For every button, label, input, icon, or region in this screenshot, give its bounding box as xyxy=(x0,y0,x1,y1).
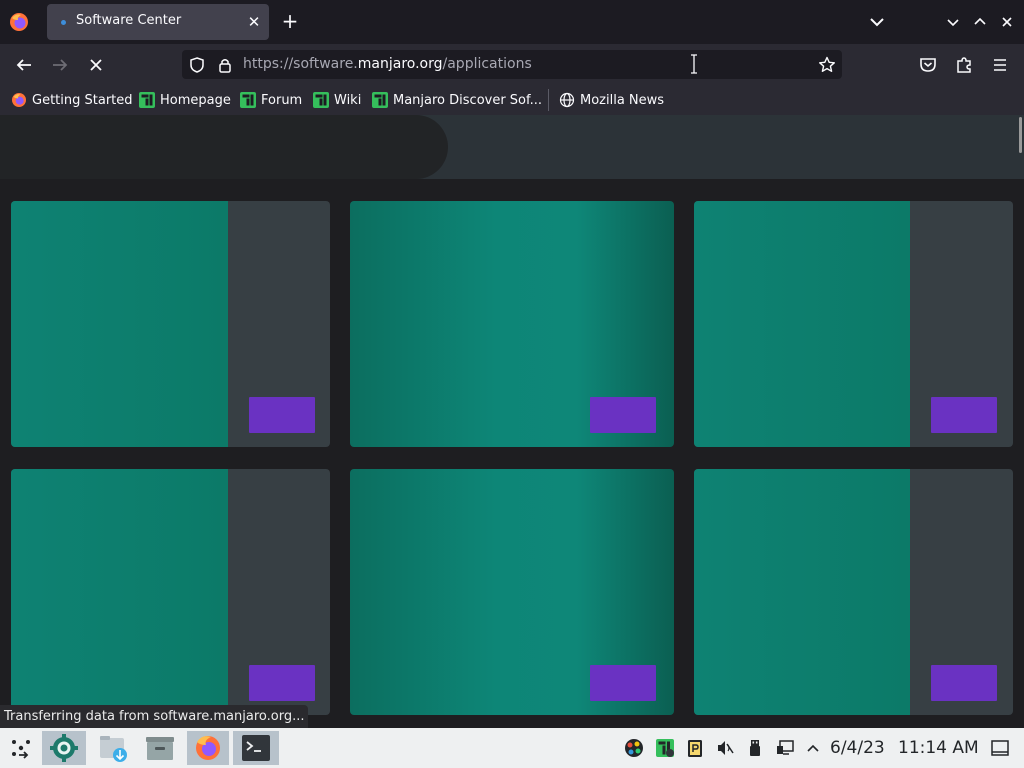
forward-icon[interactable] xyxy=(47,52,73,78)
url-path: /applications xyxy=(442,56,532,72)
bookmark-label: Forum xyxy=(261,92,303,108)
new-tab-button[interactable]: + xyxy=(278,10,302,34)
globe-icon xyxy=(559,92,575,108)
show-desktop-icon[interactable] xyxy=(990,738,1010,758)
terminal-icon[interactable] xyxy=(233,731,279,765)
firefox-icon[interactable] xyxy=(187,731,229,765)
bookmark-manjaro-discover[interactable]: Manjaro Discover Sof... xyxy=(372,89,542,111)
bookmark-forum[interactable]: Forum xyxy=(240,89,302,111)
bookmark-mozilla-news[interactable]: Mozilla News xyxy=(559,89,664,111)
clock-time[interactable]: 11:14 AM xyxy=(898,738,979,758)
back-icon[interactable] xyxy=(11,52,37,78)
tab-software-center[interactable]: Software Center ✕ xyxy=(47,4,269,40)
close-tab-icon[interactable]: ✕ xyxy=(243,11,265,33)
manjaro-icon xyxy=(139,92,155,108)
clock-date[interactable]: 6/4/23 xyxy=(830,738,885,758)
url-prefix: https://software. xyxy=(243,56,358,72)
bookmark-getting-started[interactable]: Getting Started xyxy=(11,89,133,111)
downloads-icon[interactable] xyxy=(96,731,130,765)
extensions-icon[interactable] xyxy=(951,52,977,78)
application-launcher-icon[interactable] xyxy=(4,731,38,765)
app-card-image-placeholder xyxy=(11,469,228,715)
settings-icon[interactable] xyxy=(42,731,86,765)
header-logo-placeholder xyxy=(0,115,448,179)
bookmark-star-icon[interactable] xyxy=(817,55,837,75)
page-content xyxy=(0,115,1024,728)
app-card-image-placeholder xyxy=(694,201,910,447)
bookmark-separator xyxy=(548,89,549,111)
color-picker-icon[interactable] xyxy=(624,738,644,758)
usb-icon[interactable] xyxy=(745,738,765,758)
navigation-toolbar: https://software.manjaro.org/application… xyxy=(0,44,1024,85)
status-panel: Transferring data from software.manjaro.… xyxy=(0,705,309,729)
expand-tray-icon[interactable] xyxy=(803,738,823,758)
list-all-tabs-icon[interactable] xyxy=(866,10,888,34)
maximize-window-icon[interactable] xyxy=(970,12,990,32)
hamburger-menu-icon[interactable] xyxy=(987,52,1013,78)
bookmark-label: Mozilla News xyxy=(580,92,665,108)
app-card-install-button[interactable] xyxy=(590,397,656,433)
app-card-install-button[interactable] xyxy=(931,665,997,701)
tab-strip: Software Center ✕ + xyxy=(0,0,1024,44)
close-window-icon[interactable] xyxy=(997,12,1017,32)
stop-loading-icon[interactable] xyxy=(83,52,109,78)
taskbar: 6/4/23 11:14 AM xyxy=(0,728,1024,768)
app-card[interactable] xyxy=(11,201,330,447)
manjaro-icon xyxy=(372,92,388,108)
app-card-image-placeholder xyxy=(694,469,910,715)
tracking-protection-shield-icon[interactable] xyxy=(188,56,206,74)
network-icon[interactable] xyxy=(775,738,795,758)
bookmark-homepage[interactable]: Homepage xyxy=(139,89,231,111)
loading-dot-icon xyxy=(61,20,66,25)
firefox-icon xyxy=(11,92,27,108)
firefox-view-icon[interactable] xyxy=(8,11,30,33)
bookmarks-toolbar: Getting Started Homepage Forum Wiki Manj… xyxy=(0,85,1024,115)
tab-title: Software Center xyxy=(76,13,182,28)
manjaro-icon xyxy=(240,92,256,108)
app-card-install-button[interactable] xyxy=(931,397,997,433)
app-card-install-button[interactable] xyxy=(249,665,315,701)
manjaro-settings-icon[interactable] xyxy=(655,738,675,758)
file-manager-icon[interactable] xyxy=(143,731,177,765)
url-bar[interactable]: https://software.manjaro.org/application… xyxy=(182,50,842,79)
app-card[interactable] xyxy=(694,201,1013,447)
app-card[interactable] xyxy=(11,469,330,715)
bookmark-wiki[interactable]: Wiki xyxy=(313,89,361,111)
scrollbar[interactable] xyxy=(1019,117,1022,153)
url-text[interactable]: https://software.manjaro.org/application… xyxy=(243,56,532,72)
volume-muted-icon[interactable] xyxy=(715,738,735,758)
lock-icon[interactable] xyxy=(216,56,234,74)
app-card[interactable] xyxy=(694,469,1013,715)
bookmark-label: Getting Started xyxy=(32,92,133,108)
app-card-install-button[interactable] xyxy=(249,397,315,433)
app-card-install-button[interactable] xyxy=(590,665,656,701)
pocket-icon[interactable] xyxy=(915,52,941,78)
bookmark-label: Wiki xyxy=(334,92,362,108)
url-domain: manjaro.org xyxy=(357,56,443,72)
app-card[interactable] xyxy=(350,469,674,715)
bookmark-label: Homepage xyxy=(160,92,231,108)
minimize-window-icon[interactable] xyxy=(943,12,963,32)
page-header xyxy=(0,115,1024,179)
app-card[interactable] xyxy=(350,201,674,447)
manjaro-icon xyxy=(313,92,329,108)
app-card-image-placeholder xyxy=(11,201,228,447)
text-cursor-icon xyxy=(691,54,697,74)
clipboard-icon[interactable] xyxy=(685,738,705,758)
bookmark-label: Manjaro Discover Sof... xyxy=(393,92,543,108)
